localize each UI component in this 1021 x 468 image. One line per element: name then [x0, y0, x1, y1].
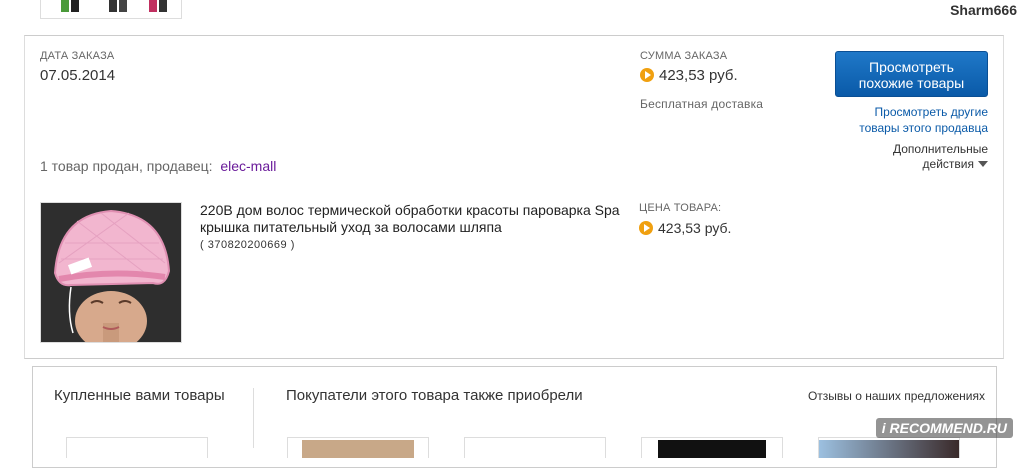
order-sum-label: СУММА ЗАКАЗА	[640, 50, 728, 62]
recommended-item-thumbnail[interactable]	[818, 437, 960, 458]
hair-cap-image	[41, 203, 181, 342]
thumb-part	[302, 440, 414, 458]
more-actions-label: Дополнительные действия	[893, 142, 988, 171]
item-id: ( 370820200669 )	[200, 239, 295, 251]
order-date-value: 07.05.2014	[40, 67, 116, 84]
previous-order-thumbnail[interactable]	[40, 0, 182, 19]
thumb-part	[159, 0, 167, 12]
also-bought-title: Покупатели этого товара также приобрели	[286, 387, 583, 404]
thumb-part	[819, 440, 959, 458]
divider	[253, 388, 254, 448]
view-similar-button[interactable]: Просмотреть похожие товары	[835, 51, 988, 97]
bought-item-thumbnail[interactable]	[66, 437, 208, 458]
recommended-item-thumbnail[interactable]	[464, 437, 606, 458]
item-price-label: ЦЕНА ТОВАРА:	[639, 202, 722, 214]
coin-icon	[639, 221, 653, 235]
recommended-item-thumbnail[interactable]	[287, 437, 429, 458]
free-shipping: Бесплатная доставка	[640, 97, 764, 111]
thumb-part	[658, 440, 766, 458]
thumb-part	[71, 0, 79, 12]
product-title[interactable]: 220В дом волос термической обработки кра…	[200, 202, 620, 236]
watermark: i RECOMMEND.RU	[875, 418, 1013, 438]
item-price: 423,53 руб.	[639, 220, 731, 236]
chevron-down-icon	[978, 161, 988, 167]
thumb-part	[109, 0, 117, 12]
seller-link[interactable]: elec-mall	[220, 158, 276, 174]
more-actions-dropdown[interactable]: Дополнительные действия	[878, 142, 988, 172]
thumb-part	[149, 0, 157, 12]
username[interactable]: Sharm666	[950, 2, 1017, 18]
product-image[interactable]	[40, 202, 182, 343]
reviews-link[interactable]: Отзывы о наших предложениях	[808, 389, 985, 403]
thumb-part	[119, 0, 127, 12]
bought-items-title: Купленные вами товары	[54, 387, 225, 404]
thumb-part	[61, 0, 69, 12]
seller-prefix: 1 товар продан, продавец:	[40, 158, 213, 174]
view-similar-label: Просмотреть похожие товары	[858, 59, 965, 91]
recommended-item-thumbnail[interactable]	[641, 437, 783, 458]
order-date-label: ДАТА ЗАКАЗА	[40, 50, 115, 62]
item-price-value: 423,53 руб.	[658, 220, 732, 236]
seller-items-link[interactable]: Просмотреть другие товары этого продавца	[848, 104, 988, 136]
order-sum-value: 423,53 руб.	[659, 67, 738, 84]
order-sum: 423,53 руб.	[640, 67, 738, 84]
coin-icon	[640, 68, 654, 82]
seller-info: 1 товар продан, продавец: elec-mall	[40, 158, 276, 174]
